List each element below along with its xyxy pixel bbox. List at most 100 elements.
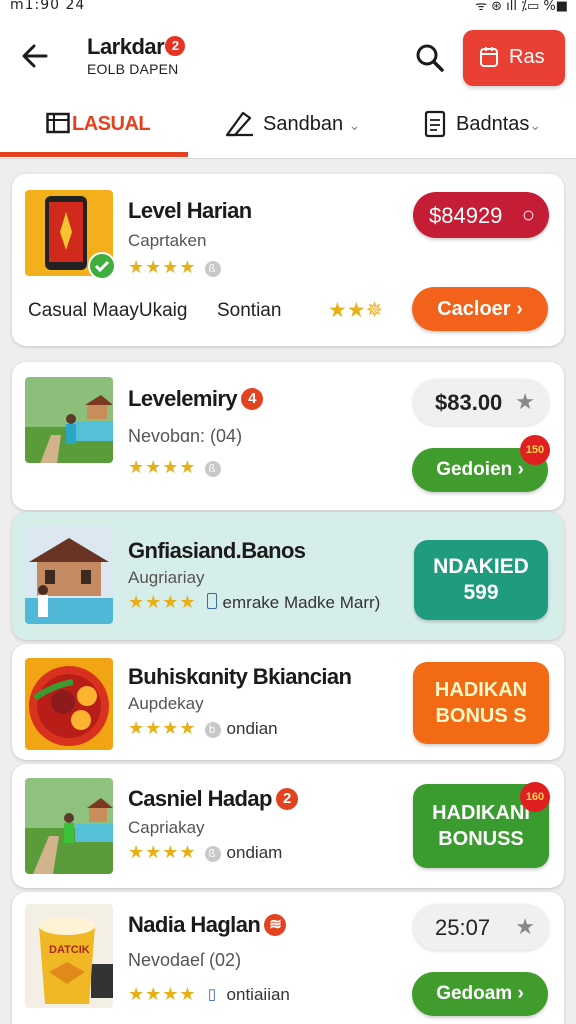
fruit-plate-icon [25, 658, 113, 750]
price-value: $84929 [429, 203, 503, 228]
page-title: Larkdar 2 [87, 34, 186, 60]
bonus-burst-badge: 160 [520, 782, 550, 812]
bonus-button[interactable]: HADIKAN BONUS S [413, 662, 549, 744]
item-subtitle: Capriakay [128, 818, 205, 837]
item-subtitle: Caprtaken [128, 231, 207, 250]
tab-badntas[interactable]: Badntas⌄ [420, 104, 576, 158]
bonus-burst-badge: 150 [520, 435, 550, 465]
tab-sandban[interactable]: Sandban ⌄ [220, 104, 380, 158]
resort-photo-icon [25, 778, 113, 874]
status-bar: m1:90 24 ᯤ ⊛ ıll ⁒▭ %■ [0, 0, 576, 14]
rating-stars-text: ★★★★ [128, 457, 197, 477]
info-icon: ß [204, 461, 221, 477]
tab-label: LASUAL [72, 113, 151, 135]
calendar-icon [46, 112, 70, 134]
rating-stars-text: ★★★★ [128, 257, 197, 277]
rating-stars-text: ★★★★ [128, 592, 197, 612]
item-title-text: Casniel Hadap [128, 786, 272, 811]
item-title-text: Levelemiry [128, 386, 238, 411]
list-item-casniel-hadap[interactable]: Casniel Hadap 2 Capriakay ★★★★ ß ondiam HAD… [12, 764, 564, 888]
cup-label: DATCIK [49, 944, 90, 956]
item-note: ondian [226, 719, 278, 738]
app-header: Larkdar 2 EOLB DAPEN Ras [0, 14, 576, 104]
rating-stars-text: ★★★★ [128, 718, 197, 738]
back-arrow-icon[interactable] [18, 38, 54, 74]
game-thumbnail: DATCIK [25, 904, 113, 1008]
tab-label-text: Badntas [456, 113, 530, 135]
rating-stars: ★★★★ ▯ ontiaiian [128, 984, 290, 1005]
resort-photo-icon [25, 377, 113, 463]
timer-badge[interactable]: 25:07 ★ [413, 904, 549, 950]
item-subtitle: Augriariay [128, 568, 205, 587]
drink-cup-icon [25, 904, 113, 1008]
battery-icon [206, 593, 217, 609]
item-note: ontiaiian [226, 985, 290, 1004]
page-title-text: Larkdar [87, 34, 165, 59]
rating-stars: ★★★★ b ondian [128, 718, 278, 739]
game-thumbnail [25, 778, 113, 874]
circle-icon: ○ [521, 202, 535, 227]
page-subtitle: EOLB DAPEN [87, 61, 179, 77]
category-tabs: LASUAL Sandban ⌄ Badntas⌄ [0, 104, 576, 159]
item-note: emrake Madke Marr) [222, 593, 381, 612]
timer-value: 25:07 [435, 915, 491, 940]
rating-stars: ★★★★ ß [128, 257, 221, 278]
rating-stars-text: ★★★★ [128, 984, 197, 1004]
chevron-down-icon: ⌄ [348, 117, 361, 133]
favorite-star-icon[interactable]: ★ [515, 914, 535, 940]
favorite-star-icon[interactable]: ★ [515, 389, 535, 415]
game-thumbnail [25, 526, 113, 624]
item-title: Casniel Hadap 2 [128, 786, 298, 812]
battery-icon: ▯ [207, 986, 218, 1003]
list-item-nadia-haglan[interactable]: DATCIK Nadia Haglan ≋ Nevodaeſ (02) ★★★★ ▯… [12, 892, 564, 1024]
tab-label: Badntas⌄ [456, 113, 541, 136]
get-button[interactable]: Gedoam › [412, 972, 548, 1016]
item-subtitle: Nevobɑn: (04) [128, 426, 243, 446]
rating-stars: ★★★★ ß [128, 457, 221, 478]
list-item-buhiskanity[interactable]: Buhiskɑnity Bkiancian Aupdekay ★★★★ b ondi… [12, 644, 564, 760]
chevron-down-icon: ⌄ [529, 117, 542, 133]
item-title-text: Nadia Haglan [128, 912, 261, 937]
rating-stars: ★★★★ ß ondiam [128, 842, 282, 863]
rating-stars: ★★★★ emrake Madke Marr) [128, 592, 380, 613]
item-subtitle: Aupdekay [128, 694, 204, 713]
rating-stars-text: ★★★★ [128, 842, 197, 862]
active-tab-indicator [0, 152, 188, 157]
count-badge: 2 [275, 788, 298, 810]
info-icon: ß [204, 261, 221, 277]
search-icon[interactable] [412, 40, 448, 76]
tab-lasual[interactable]: LASUAL [0, 104, 188, 158]
item-subtitle: Nevodaeſ (02) [128, 950, 242, 970]
pencil-icon [225, 111, 253, 137]
tab-label-text: Sandban [263, 113, 344, 135]
item-title: Buhiskɑnity Bkiancian [128, 664, 352, 689]
count-badge: ≋ [264, 914, 287, 936]
price-badge[interactable]: $84929 ○ [413, 192, 549, 238]
price-badge[interactable]: $83.00 ★ [413, 379, 549, 425]
game-thumbnail [25, 658, 113, 750]
list-item-level-harian[interactable]: Level Harian Caprtaken ★★★★ ß Casual Maay… [12, 174, 564, 346]
header-action-label: Ras [509, 46, 545, 68]
item-title: Gnfiasiand.Banos [128, 538, 306, 563]
item-title: Level Harian [128, 198, 252, 223]
game-thumbnail [25, 377, 113, 463]
count-badge: 4 [240, 388, 263, 410]
item-title: Nadia Haglan ≋ [128, 912, 287, 938]
item-category: Casual MaayUkaig [28, 300, 188, 321]
price-value: $83.00 [435, 390, 503, 415]
claim-button[interactable]: Cacloer › [412, 287, 548, 331]
shield-check-icon [88, 252, 116, 280]
item-note: ondiam [226, 843, 283, 862]
item-title: Levelemiry 4 [128, 386, 263, 412]
list-item-levelemiry[interactable]: Levelemiry 4 Nevobɑn: (04) ★★★★ ß $83.00 ★… [12, 362, 564, 510]
tab-label: Sandban ⌄ [263, 113, 360, 136]
title-badge: 2 [165, 36, 186, 56]
info-icon: ß [204, 846, 221, 862]
villa-photo-icon [25, 526, 113, 624]
list-item-gnfiasiand-banos[interactable]: Gnfiasiand.Banos Augriariay ★★★★ emrake M… [12, 512, 564, 640]
info-icon: b [204, 722, 221, 738]
claim-bonus-button[interactable]: NDAKIED 599 [414, 540, 548, 620]
bonus-stars: ★★✵ [328, 299, 384, 322]
status-time: m1:90 24 [10, 0, 86, 13]
header-action-button[interactable]: Ras [463, 30, 565, 86]
